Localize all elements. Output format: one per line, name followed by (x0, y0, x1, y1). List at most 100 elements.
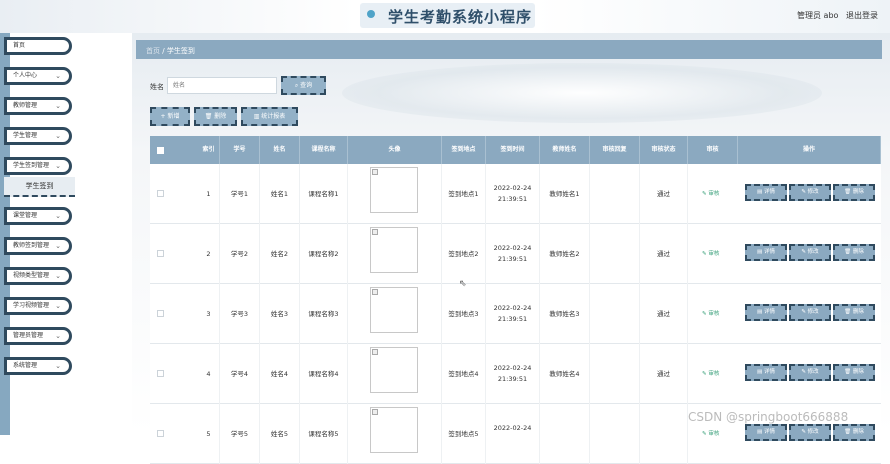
audit-label: 审核 (708, 311, 720, 317)
sign-date: 2022-02-24 (493, 304, 532, 312)
edit-button[interactable]: ✎ 修改 (789, 424, 831, 441)
detail-button[interactable]: ▤ 详情 (745, 424, 787, 441)
sidebar-item-10[interactable]: 系统管理 ⌄ (4, 357, 72, 375)
sidebar-item-6[interactable]: 教师签到管理 ⌄ (4, 237, 72, 255)
column-header[interactable]: 索引 (198, 136, 220, 164)
avatar (370, 347, 418, 393)
search-input[interactable] (167, 77, 277, 94)
sidebar-item-5[interactable]: 课堂管理 ⌄ (4, 207, 72, 225)
broken-image-icon (372, 289, 378, 295)
column-header[interactable]: 课程名称 (300, 136, 348, 164)
column-header[interactable]: 学号 (220, 136, 260, 164)
table-cell (590, 404, 640, 464)
op-label: 修改 (807, 429, 819, 435)
doc-icon: ▤ (757, 249, 764, 255)
stats-report-button[interactable]: ▥ 统计报表 (241, 107, 298, 126)
row-checkbox[interactable] (157, 190, 164, 197)
sidebar-item-2[interactable]: 教师管理 ⌄ (4, 97, 72, 115)
top-bar: 学生考勤系统小程序 管理员 abo 退出登录 (0, 0, 890, 33)
add-button[interactable]: + 新增 (150, 107, 190, 126)
sign-date: 2022-02-24 (493, 184, 532, 192)
column-header[interactable]: 教师姓名 (540, 136, 590, 164)
audit-label: 审核 (708, 431, 720, 437)
select-all-checkbox[interactable] (157, 147, 164, 154)
sidebar-item-label: 学生管理 (13, 132, 38, 139)
sidebar-item-0[interactable]: 首页 (4, 37, 72, 55)
sign-time: 21:39:51 (497, 255, 528, 263)
doc-icon: ▤ (757, 429, 764, 435)
table-cell: 学号2 (220, 224, 260, 284)
logout-link[interactable]: 退出登录 (846, 10, 878, 21)
edit-button[interactable]: ✎ 修改 (789, 244, 831, 261)
column-header[interactable]: 审核状态 (640, 136, 688, 164)
audit-link[interactable]: ✎ 审核 (702, 344, 719, 404)
sidebar-item-label: 首页 (13, 42, 26, 49)
audit-link[interactable]: ✎ 审核 (702, 164, 719, 224)
detail-button[interactable]: ▤ 详情 (745, 244, 787, 261)
breadcrumb-current: 学生签到 (166, 47, 195, 55)
column-header[interactable]: 签到时间 (486, 136, 540, 164)
table-cell: 3 (198, 284, 220, 344)
sidebar-item-1[interactable]: 个人中心 ⌄ (4, 67, 72, 85)
table-cell: 课程名称2 (300, 224, 348, 284)
row-checkbox[interactable] (157, 430, 164, 437)
audit-link[interactable]: ✎ 审核 (702, 284, 719, 344)
detail-button[interactable]: ▤ 详情 (745, 184, 787, 201)
breadcrumb-bar (136, 40, 882, 59)
sidebar-item-7[interactable]: 视频类型管理 ⌄ (4, 267, 72, 285)
edit-button[interactable]: ✎ 修改 (789, 184, 831, 201)
delete-row-button[interactable]: 🗑 删除 (833, 304, 875, 321)
chevron-down-icon: ⌄ (55, 332, 61, 340)
column-header[interactable]: 签到地点 (442, 136, 486, 164)
audit-link[interactable]: ✎ 审核 (702, 224, 719, 284)
row-checkbox[interactable] (157, 370, 164, 377)
edit-button[interactable]: ✎ 修改 (789, 304, 831, 321)
sidebar-item-9[interactable]: 管理员管理 ⌄ (4, 327, 72, 345)
table-cell: 学号4 (220, 344, 260, 404)
table-row: 4 学号4 姓名4 课程名称4 签到地点4 2022-02-24 21:39:51 教师姓名4… (150, 344, 881, 404)
row-checkbox[interactable] (157, 310, 164, 317)
chevron-down-icon: ⌄ (55, 302, 61, 310)
table-cell: 通过 (640, 284, 688, 344)
sidebar-subitem-student-sign[interactable]: 学生签到 (4, 177, 75, 197)
op-label: 详情 (763, 429, 775, 435)
delete-row-button[interactable]: 🗑 删除 (833, 184, 875, 201)
delete-row-button[interactable]: 🗑 删除 (833, 244, 875, 261)
row-checkbox[interactable] (157, 250, 164, 257)
delete-row-button[interactable]: 🗑 删除 (833, 364, 875, 381)
table-cell: 2022-02-24 21:39:51 (486, 284, 540, 344)
op-label: 修改 (807, 309, 819, 315)
avatar (370, 287, 418, 333)
chevron-down-icon: ⌄ (55, 132, 61, 140)
trash-icon: 🗑 (844, 369, 853, 375)
op-label: 详情 (763, 189, 775, 195)
column-header[interactable]: 审核 (688, 136, 738, 164)
table-cell: 教师姓名3 (540, 284, 590, 344)
breadcrumb-home[interactable]: 首页 (146, 47, 160, 55)
detail-button[interactable]: ▤ 详情 (745, 364, 787, 381)
trash-icon: 🗑 (844, 309, 853, 315)
broken-image-icon (372, 169, 378, 175)
edit-button[interactable]: ✎ 修改 (789, 364, 831, 381)
table-cell: 通过 (640, 224, 688, 284)
column-header[interactable]: 审核回复 (590, 136, 640, 164)
user-name: 管理员 abo (797, 11, 839, 20)
table-cell: 通过 (640, 344, 688, 404)
sidebar-item-3[interactable]: 学生管理 ⌄ (4, 127, 72, 145)
sidebar-item-4[interactable]: 学生签到管理 ⌄ (4, 157, 72, 175)
table-cell: 签到地点2 (442, 224, 486, 284)
column-header[interactable]: 头像 (348, 136, 442, 164)
sign-date: 2022-02-24 (493, 244, 532, 252)
table-row: 1 学号1 姓名1 课程名称1 签到地点1 2022-02-24 21:39:51 教师姓名1… (150, 164, 881, 224)
op-label: 删除 (852, 429, 864, 435)
sidebar-item-label: 管理员管理 (13, 332, 44, 339)
column-header[interactable]: 姓名 (260, 136, 300, 164)
table-cell: 课程名称5 (300, 404, 348, 464)
search-button[interactable]: ⌕ 查询 (281, 76, 326, 95)
column-header[interactable]: 操作 (738, 136, 881, 164)
delete-row-button[interactable]: 🗑 删除 (833, 424, 875, 441)
sidebar-item-8[interactable]: 学习视频管理 ⌄ (4, 297, 72, 315)
detail-button[interactable]: ▤ 详情 (745, 304, 787, 321)
table-row: 3 学号3 姓名3 课程名称3 签到地点3 2022-02-24 21:39:51 教师姓名3… (150, 284, 881, 344)
delete-button[interactable]: 🗑 删除 (194, 107, 237, 126)
